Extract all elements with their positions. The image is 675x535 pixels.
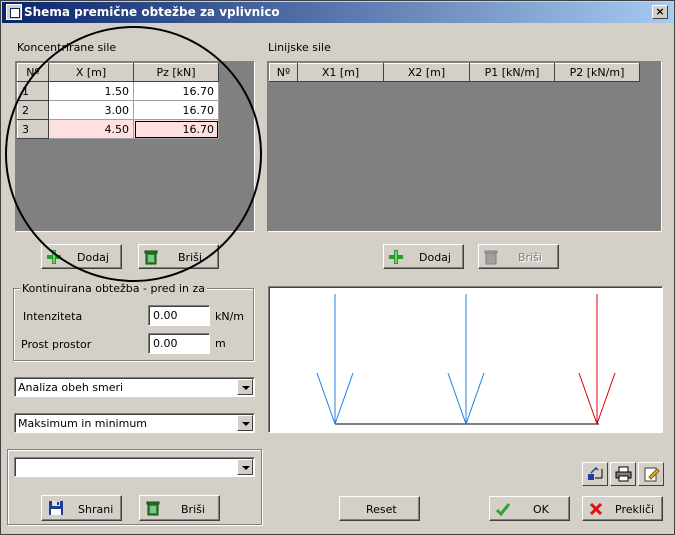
column-header-pz[interactable]: Pz [kN] [133,63,219,82]
intensity-label: Intenziteta [23,310,83,323]
concentrated-forces-table: Nº X [m] Pz [kN] 1 1.50 16.70 2 3.00 16.… [17,63,219,139]
edit-icon [644,467,660,482]
ok-button-label: OK [533,503,549,516]
app-icon [6,4,22,20]
force-arrow-1 [316,294,354,425]
reset-button[interactable]: Reset [339,496,420,521]
floppy-icon [49,501,63,515]
column-header-p2[interactable]: P2 [kN/m] [554,63,640,82]
load-diagram-svg [316,294,616,425]
cell-pz[interactable]: 16.70 [133,119,219,139]
force-arrow-2 [447,294,485,425]
concentrated-delete-button[interactable]: Briši [138,244,219,269]
intensity-unit: kN/m [215,310,245,323]
plus-icon [389,250,403,264]
free-space-label: Prost prostor [21,338,92,351]
trash-icon [144,250,158,265]
row-number[interactable]: 3 [17,119,49,139]
table-row[interactable]: 2 3.00 16.70 [17,100,219,120]
chevron-down-icon[interactable] [237,379,253,395]
intensity-input[interactable]: 0.00 [148,305,210,326]
column-header-x[interactable]: X [m] [48,63,134,82]
print-button[interactable] [610,462,636,486]
chart-tool-icon [588,466,603,480]
extreme-select[interactable]: Maksimum in minimum [14,413,255,433]
cell-x[interactable]: 4.50 [48,119,134,139]
preset-select[interactable] [14,457,255,477]
window-title: Shema premične obtežbe za vplivnico [24,5,280,19]
dialog-window: Shema premične obtežbe za vplivnico × Ko… [0,0,675,535]
column-header-x2[interactable]: X2 [m] [383,63,470,82]
add-button-label: Dodaj [77,251,109,264]
column-header-x1[interactable]: X1 [m] [297,63,384,82]
cell-x[interactable]: 1.50 [48,81,134,101]
add-button-label: Dodaj [419,251,451,264]
trash-icon [146,501,160,516]
cancel-button[interactable]: Prekliči [582,496,663,521]
chart-tool-button[interactable] [582,462,608,486]
table-header-row: Nº X [m] Pz [kN] [17,63,219,82]
checkmark-icon [495,503,511,517]
column-header-no[interactable]: Nº [17,63,49,82]
analysis-direction-select[interactable]: Analiza obeh smeri [14,377,255,397]
preset-delete-button[interactable]: Briši [139,495,220,521]
trash-icon [484,250,498,265]
linear-add-button[interactable]: Dodaj [383,244,464,269]
linear-delete-button[interactable]: Briši [478,244,559,269]
close-button[interactable]: × [652,5,668,19]
cell-pz[interactable]: 16.70 [133,81,219,101]
row-number[interactable]: 1 [17,81,49,101]
table-header-row: Nº X1 [m] X2 [m] P1 [kN/m] P2 [kN/m] [269,63,640,82]
row-number[interactable]: 2 [17,100,49,120]
free-space-input[interactable]: 0.00 [148,333,210,354]
column-header-no[interactable]: Nº [269,63,298,82]
concentrated-forces-grid[interactable]: Nº X [m] Pz [kN] 1 1.50 16.70 2 3.00 16.… [15,61,255,232]
free-space-unit: m [215,337,226,350]
save-button[interactable]: Shrani [41,495,122,521]
edit-button[interactable] [638,462,664,486]
continuous-load-label: Kontinuirana obtežba - pred in za [20,282,208,295]
save-button-label: Shrani [78,503,114,516]
ok-button[interactable]: OK [489,496,570,521]
linear-forces-label: Linijske sile [268,41,331,54]
load-diagram [268,286,663,433]
table-row[interactable]: 1 1.50 16.70 [17,81,219,101]
printer-icon [615,466,632,482]
column-header-p1[interactable]: P1 [kN/m] [469,63,555,82]
cancel-button-label: Prekliči [615,503,655,516]
concentrated-add-button[interactable]: Dodaj [41,244,122,269]
linear-forces-grid[interactable]: Nº X1 [m] X2 [m] P1 [kN/m] P2 [kN/m] [267,61,662,232]
chevron-down-icon[interactable] [237,459,253,475]
force-arrow-3 [578,294,616,425]
cross-icon [589,502,603,516]
reset-button-label: Reset [366,503,397,516]
title-bar: Shema premične obtežbe za vplivnico × [2,2,673,23]
linear-forces-table: Nº X1 [m] X2 [m] P1 [kN/m] P2 [kN/m] [269,63,640,82]
delete-button-label: Briši [518,251,542,264]
plus-icon [47,250,61,264]
cell-x[interactable]: 3.00 [48,100,134,120]
table-row-selected[interactable]: 3 4.50 16.70 [17,119,219,139]
delete-button-label: Briši [181,503,205,516]
delete-button-label: Briši [178,251,202,264]
cell-pz[interactable]: 16.70 [133,100,219,120]
extreme-value: Maksimum in minimum [18,417,148,430]
chevron-down-icon[interactable] [237,415,253,431]
analysis-direction-value: Analiza obeh smeri [18,381,124,394]
concentrated-forces-label: Koncentrirane sile [17,41,117,54]
